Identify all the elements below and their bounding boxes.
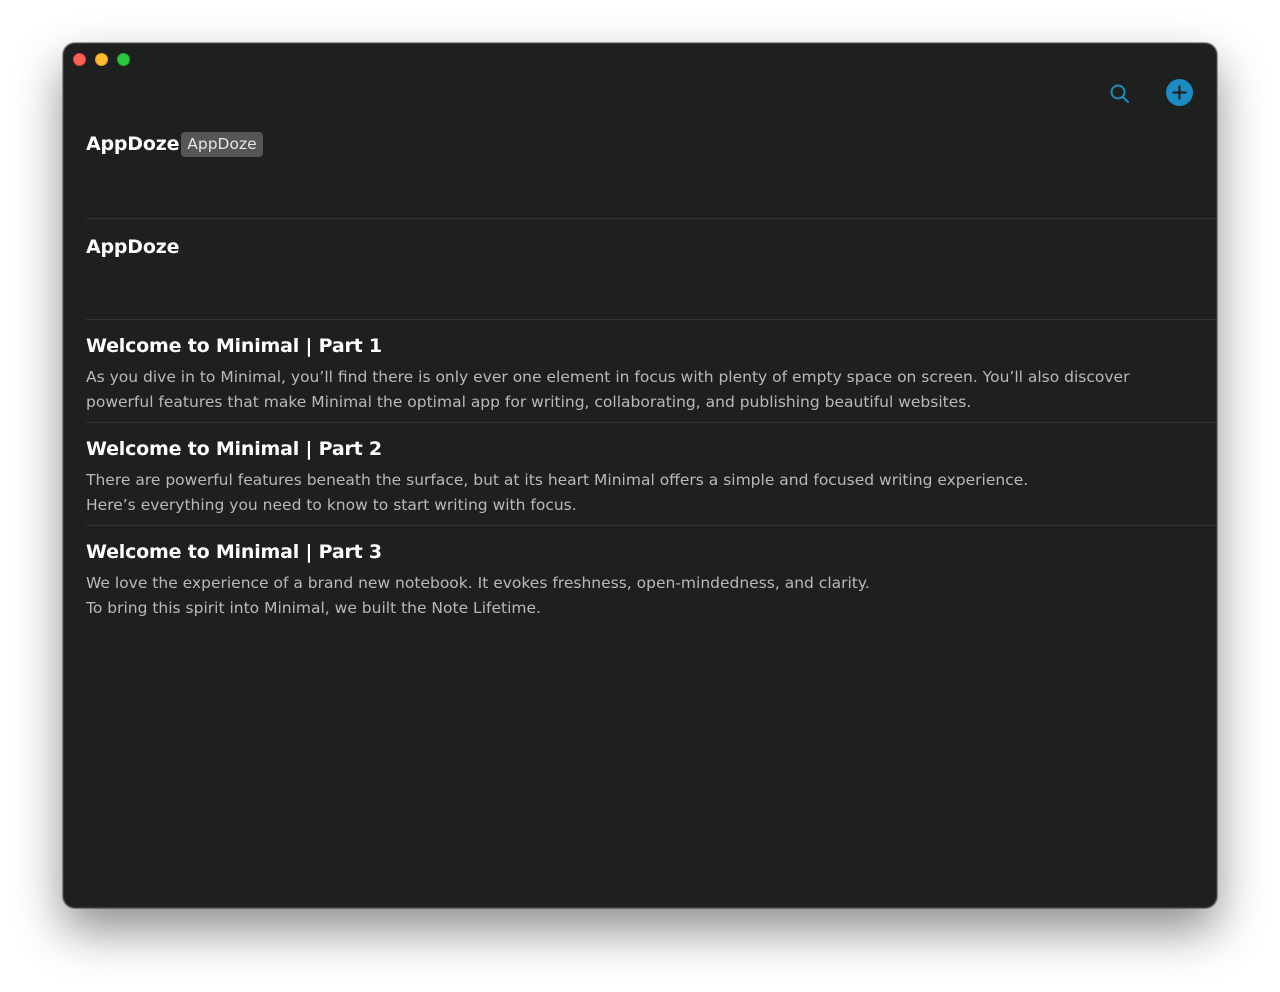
search-icon xyxy=(1110,84,1130,104)
note-list-item[interactable]: Welcome to Minimal | Part 1 As you dive … xyxy=(86,320,1216,423)
note-preview: We love the experience of a brand new no… xyxy=(86,574,870,617)
note-list-item[interactable]: Welcome to Minimal | Part 2 There are po… xyxy=(86,423,1216,526)
note-title: Welcome to Minimal | Part 1 xyxy=(86,335,382,357)
app-window: AppDoze AppDoze AppDoze Welcome to Minim… xyxy=(63,43,1217,908)
close-window-button[interactable] xyxy=(73,53,86,66)
note-title-row: Welcome to Minimal | Part 3 xyxy=(86,538,1216,566)
note-list-item[interactable]: AppDoze AppDoze xyxy=(86,117,1216,219)
note-list-item[interactable]: AppDoze xyxy=(86,219,1216,320)
note-title-row: AppDoze AppDoze xyxy=(86,130,1216,158)
note-tag[interactable]: AppDoze xyxy=(181,131,263,157)
window-controls xyxy=(73,53,130,66)
note-list: AppDoze AppDoze AppDoze Welcome to Minim… xyxy=(86,117,1216,629)
note-title-row: AppDoze xyxy=(86,233,1216,261)
note-title: AppDoze xyxy=(86,236,180,258)
note-list-item[interactable]: Welcome to Minimal | Part 3 We love the … xyxy=(86,526,1216,629)
note-title: Welcome to Minimal | Part 3 xyxy=(86,541,382,563)
note-preview: There are powerful features beneath the … xyxy=(86,471,1029,514)
minimize-window-button[interactable] xyxy=(95,53,108,66)
note-preview: As you dive in to Minimal, you’ll find t… xyxy=(86,368,1130,411)
note-title-row: Welcome to Minimal | Part 1 xyxy=(86,332,1216,360)
note-title-row: Welcome to Minimal | Part 2 xyxy=(86,435,1216,463)
note-title: AppDoze xyxy=(86,133,180,155)
maximize-window-button[interactable] xyxy=(117,53,130,66)
note-title: Welcome to Minimal | Part 2 xyxy=(86,438,382,460)
search-button[interactable] xyxy=(1106,80,1134,108)
new-note-button[interactable] xyxy=(1166,79,1193,106)
plus-icon xyxy=(1172,85,1187,100)
